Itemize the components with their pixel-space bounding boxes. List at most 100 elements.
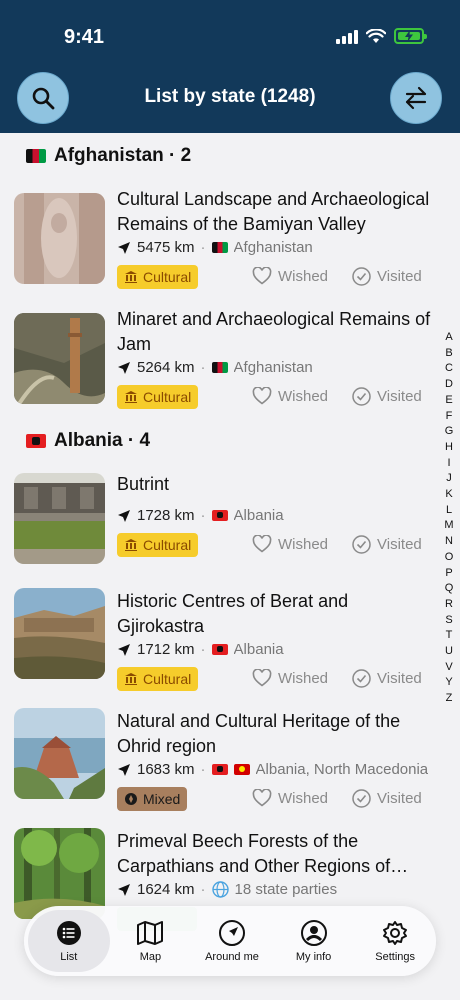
alphabet-letter[interactable]: R — [445, 597, 453, 613]
heart-icon — [252, 669, 272, 687]
country: Albania — [233, 641, 284, 658]
status-bar: 9:41 — [0, 0, 460, 62]
site-title: Natural and Cultural Heritage of the Ohr… — [117, 711, 401, 756]
tab-bar: List Map Around me My info Settings — [24, 906, 436, 976]
albania-flag-icon — [211, 510, 228, 521]
category-badge: Cultural — [117, 265, 199, 289]
alphabet-letter[interactable]: H — [445, 440, 453, 456]
list-icon — [56, 921, 81, 945]
alphabet-letter[interactable]: Y — [445, 675, 452, 691]
alphabet-letter[interactable]: C — [445, 361, 453, 377]
site-title: Minaret and Archaeological Remains of Ja… — [117, 309, 431, 354]
site-list[interactable]: Afghanistan · 2 Cultural Landscape and A… — [0, 133, 460, 1000]
albania-flag-icon — [211, 764, 228, 775]
museum-icon — [125, 539, 137, 551]
check-circle-icon — [352, 669, 371, 688]
heart-icon — [252, 387, 272, 405]
distance: 5475 km — [137, 239, 195, 256]
site-meta: 5475 km · Afghanistan — [117, 239, 437, 256]
site-meta: 1624 km · 18 state parties — [117, 881, 437, 898]
site-meta: 1728 km · Albania — [117, 507, 437, 524]
country: Albania, North Macedonia — [255, 761, 429, 778]
visited-button[interactable]: Visited — [352, 535, 422, 554]
visited-button[interactable]: Visited — [352, 267, 422, 286]
tab-settings[interactable]: Settings — [354, 910, 436, 972]
list-item[interactable]: Butrint 1728 km · Albania Cultural Wishe… — [0, 463, 460, 583]
albania-flag-icon — [211, 644, 228, 655]
swap-arrows-icon — [405, 86, 427, 110]
section-header-afghanistan: Afghanistan · 2 — [26, 145, 191, 167]
alphabet-letter[interactable]: Q — [445, 581, 454, 597]
wished-button[interactable]: Wished — [252, 535, 328, 553]
check-circle-icon — [352, 535, 371, 554]
list-item[interactable]: Historic Centres of Berat and Gjirokastr… — [0, 578, 460, 698]
country: 18 state parties — [234, 881, 338, 898]
distance: 5264 km — [137, 359, 195, 376]
site-thumbnail — [14, 473, 105, 564]
map-icon — [137, 921, 164, 945]
signal-icon — [336, 28, 358, 44]
list-item[interactable]: Cultural Landscape and Archaeological Re… — [0, 183, 460, 303]
location-arrow-icon — [118, 241, 130, 254]
site-thumbnail — [14, 313, 105, 404]
site-thumbnail — [14, 708, 105, 799]
location-arrow-icon — [118, 509, 130, 522]
wished-button[interactable]: Wished — [252, 669, 328, 687]
alphabet-letter[interactable]: S — [445, 613, 452, 629]
distance: 1624 km — [137, 881, 195, 898]
country: Afghanistan — [233, 239, 313, 256]
alphabet-letter[interactable]: T — [446, 628, 453, 644]
compass-icon — [125, 793, 137, 805]
alphabet-letter[interactable]: I — [447, 456, 450, 472]
check-circle-icon — [352, 267, 371, 286]
north-macedonia-flag-icon — [233, 764, 250, 775]
site-title: Primeval Beech Forests of the Carpathian… — [117, 831, 391, 876]
visited-button[interactable]: Visited — [352, 669, 422, 688]
museum-icon — [125, 391, 137, 403]
alphabet-letter[interactable]: E — [445, 393, 452, 409]
alphabet-index[interactable]: ABCDEFGHIJKLMNOPQRSTUVYZ — [442, 330, 456, 707]
location-arrow-icon — [118, 361, 130, 374]
list-item[interactable]: Minaret and Archaeological Remains of Ja… — [0, 303, 460, 423]
tab-around-me[interactable]: Around me — [191, 910, 273, 972]
alphabet-letter[interactable]: N — [445, 534, 453, 550]
wished-button[interactable]: Wished — [252, 267, 328, 285]
category-badge: Cultural — [117, 667, 199, 691]
switch-list-button[interactable] — [390, 72, 442, 124]
alphabet-letter[interactable]: M — [444, 518, 453, 534]
site-title: Historic Centres of Berat and Gjirokastr… — [117, 591, 349, 636]
tab-my-info[interactable]: My info — [273, 910, 355, 972]
visited-button[interactable]: Visited — [352, 789, 422, 808]
alphabet-letter[interactable]: L — [446, 503, 452, 519]
alphabet-letter[interactable]: K — [445, 487, 452, 503]
tab-map[interactable]: Map — [110, 910, 192, 972]
alphabet-letter[interactable]: F — [446, 409, 453, 425]
alphabet-letter[interactable]: G — [445, 424, 454, 440]
site-title: Cultural Landscape and Archaeological Re… — [117, 189, 430, 234]
tab-list[interactable]: List — [28, 910, 110, 972]
alphabet-letter[interactable]: D — [445, 377, 453, 393]
afghanistan-flag-icon — [211, 362, 228, 373]
alphabet-letter[interactable]: B — [445, 346, 452, 362]
app-header: 9:41 List by state (1248) — [0, 0, 460, 133]
afghanistan-flag-icon — [26, 149, 46, 163]
alphabet-letter[interactable]: A — [445, 330, 452, 346]
alphabet-letter[interactable]: Z — [446, 691, 453, 707]
wished-button[interactable]: Wished — [252, 789, 328, 807]
gear-icon — [383, 921, 408, 945]
site-title: Butrint — [117, 474, 170, 494]
location-arrow-icon — [118, 643, 130, 656]
list-item[interactable]: Natural and Cultural Heritage of the Ohr… — [0, 698, 460, 818]
alphabet-letter[interactable]: O — [445, 550, 454, 566]
alphabet-letter[interactable]: V — [445, 660, 452, 676]
alphabet-letter[interactable]: U — [445, 644, 453, 660]
alphabet-letter[interactable]: J — [446, 471, 452, 487]
site-meta: 1712 km · Albania — [117, 641, 437, 658]
battery-icon — [394, 28, 427, 44]
alphabet-letter[interactable]: P — [445, 566, 452, 582]
wished-button[interactable]: Wished — [252, 387, 328, 405]
site-thumbnail — [14, 193, 105, 284]
visited-button[interactable]: Visited — [352, 387, 422, 406]
wifi-icon — [366, 28, 386, 43]
museum-icon — [125, 673, 137, 685]
